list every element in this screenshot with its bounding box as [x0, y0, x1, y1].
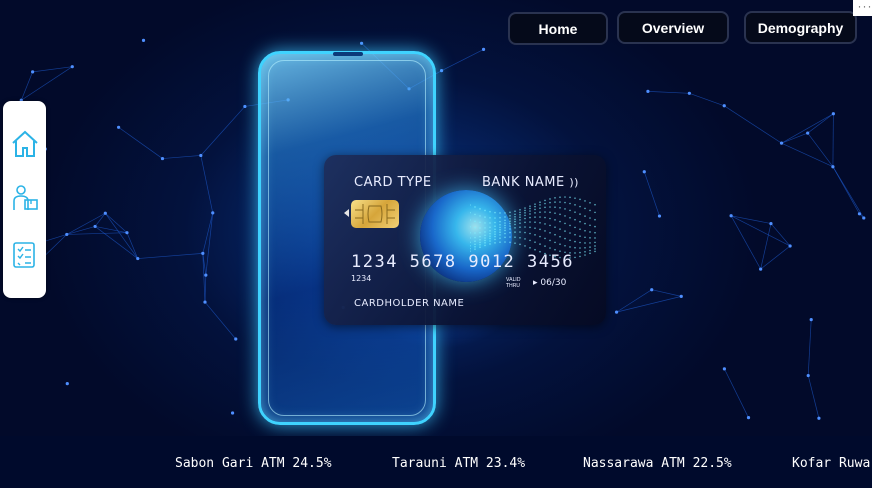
ticker-item: Nassarawa ATM 22.5% [583, 456, 732, 471]
more-options-icon[interactable]: ··· [853, 0, 877, 16]
atm-ticker: Sabon Gari ATM 24.5% Tarauni ATM 23.4% N… [0, 436, 872, 488]
delivery-person-icon[interactable] [10, 183, 40, 213]
chip-arrow-icon [344, 209, 349, 217]
bank-name-text: BANK NAME [482, 175, 565, 190]
checklist-icon[interactable] [10, 239, 40, 269]
bank-name-label: BANK NAME )) [482, 175, 579, 190]
home-button[interactable]: Home [508, 12, 608, 45]
card-chip-icon [351, 200, 399, 228]
contactless-icon: )) [569, 176, 579, 189]
home-icon[interactable] [10, 129, 40, 159]
hero-background: CARD TYPE BANK NAME )) 1234 5678 9012 34… [0, 0, 872, 488]
demography-button[interactable]: Demography [744, 11, 857, 44]
card-expiry: ▸ 06/30 [533, 278, 567, 288]
card-expiry-value: 06/30 [540, 278, 567, 288]
card-number: 1234 5678 9012 3456 [351, 252, 574, 272]
valid-thru-label: VALID THRU [506, 277, 521, 289]
ticker-item: Tarauni ATM 23.4% [392, 456, 526, 471]
card-number-short: 1234 [351, 274, 372, 283]
cardholder-name: CARDHOLDER NAME [354, 298, 465, 309]
phone-speaker [333, 52, 363, 56]
overview-button[interactable]: Overview [617, 11, 729, 44]
ticker-item: Sabon Gari ATM 24.5% [175, 456, 332, 471]
sidebar [3, 101, 46, 298]
chip-lines-icon [355, 204, 395, 224]
ticker-item: Kofar Ruwa [792, 456, 871, 471]
card-type-label: CARD TYPE [354, 175, 432, 190]
